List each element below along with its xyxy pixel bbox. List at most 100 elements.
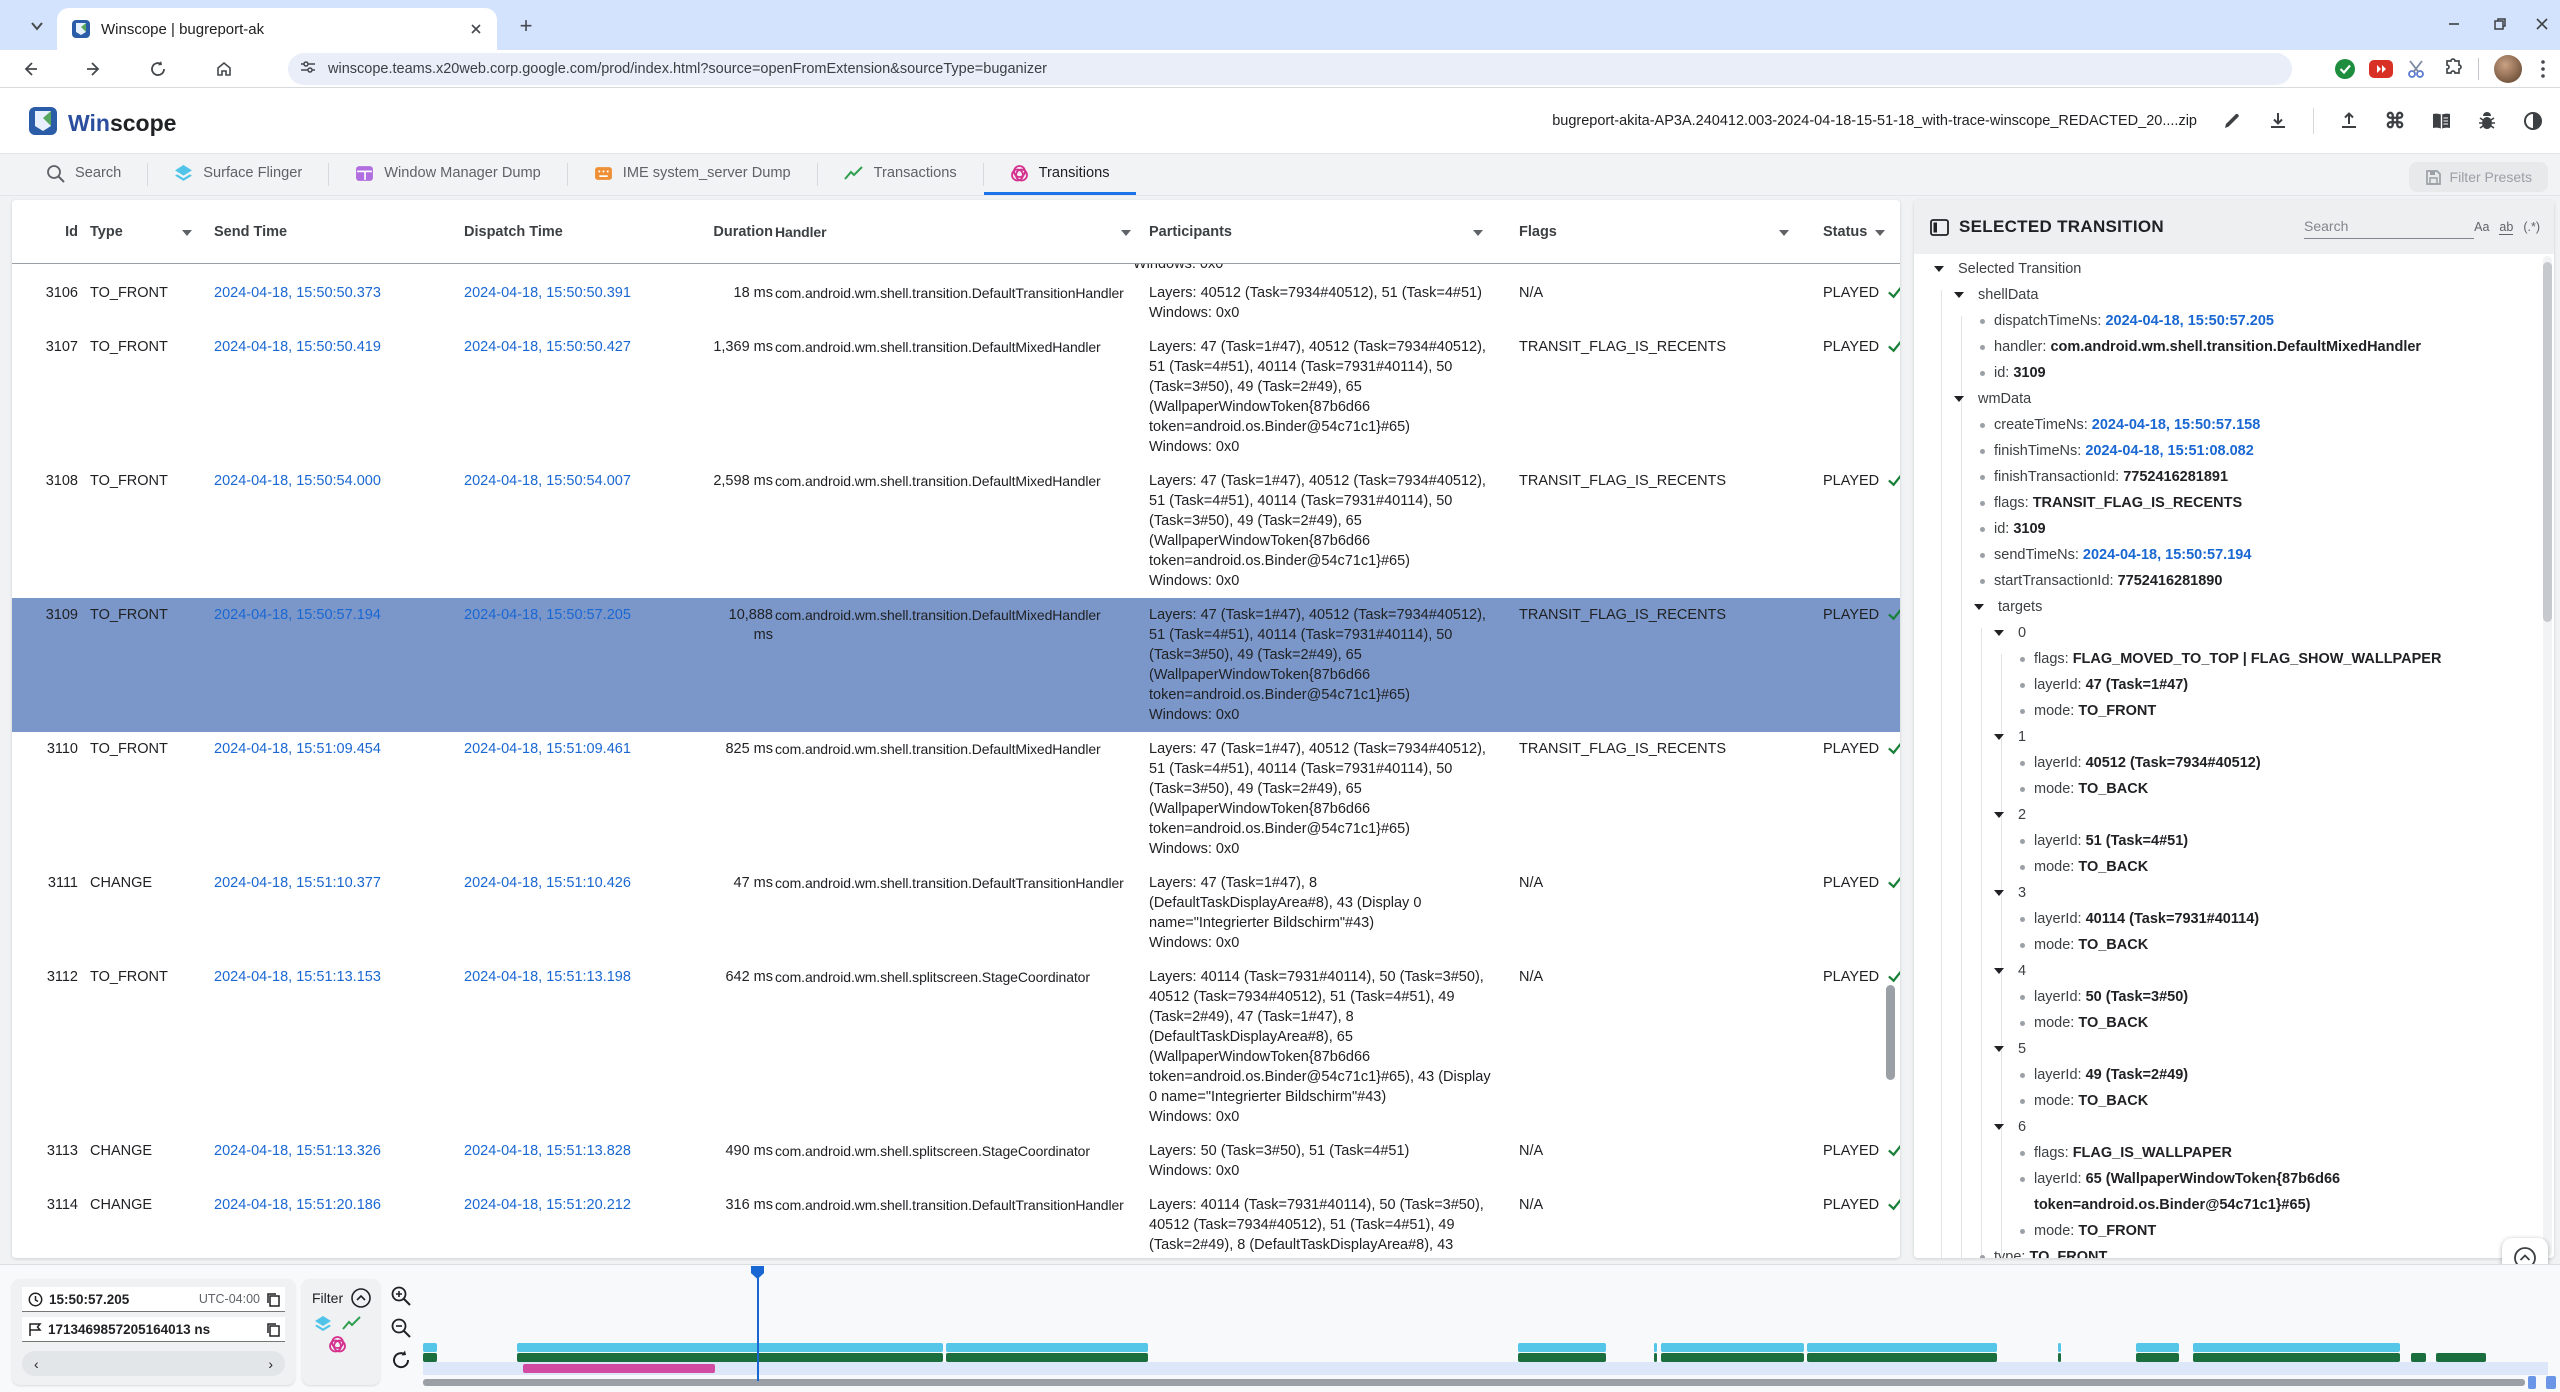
extension-video-icon[interactable] xyxy=(2366,54,2396,84)
profile-avatar[interactable] xyxy=(2494,55,2522,83)
dark-mode-toggle-icon[interactable] xyxy=(2522,110,2544,132)
timeline-range-handle[interactable] xyxy=(2546,1376,2556,1389)
surface-flinger-trace-segment[interactable] xyxy=(946,1343,1148,1352)
transactions-trace-segment[interactable] xyxy=(2136,1353,2179,1362)
send-time-link[interactable]: 2024-04-18, 15:50:57.194 xyxy=(214,607,381,623)
tree-node-0[interactable]: 0 xyxy=(1914,620,2540,646)
expand-caret-icon[interactable] xyxy=(1934,266,1944,272)
zoom-in-button[interactable] xyxy=(386,1281,416,1311)
dispatch-time-link[interactable]: 2024-04-18, 15:50:57.205 xyxy=(464,607,631,623)
table-row-3107[interactable]: 3107TO_FRONT2024-04-18, 15:50:50.4192024… xyxy=(12,330,1900,464)
table-row-3111[interactable]: 3111CHANGE2024-04-18, 15:51:10.3772024-0… xyxy=(12,866,1900,960)
send-time-link[interactable]: 2024-04-18, 15:51:13.326 xyxy=(214,1143,381,1159)
expand-caret-icon[interactable] xyxy=(1994,630,2004,636)
tree-node-targets[interactable]: targets xyxy=(1914,594,2540,620)
tree-node-5[interactable]: 5 xyxy=(1914,1036,2540,1062)
expand-caret-icon[interactable] xyxy=(1974,604,1984,610)
tab-search[interactable]: Search xyxy=(20,154,147,195)
extension-check-icon[interactable] xyxy=(2330,54,2360,84)
transactions-trace-segment[interactable] xyxy=(1807,1353,1997,1362)
site-settings-icon[interactable] xyxy=(300,59,316,80)
tab-search-icon[interactable] xyxy=(22,11,52,41)
expand-caret-icon[interactable] xyxy=(1994,890,2004,896)
surface-flinger-trace-segment[interactable] xyxy=(1654,1343,1657,1352)
dispatch-time-link[interactable]: 2024-04-18, 15:51:20.212 xyxy=(464,1197,631,1213)
tree-node-4[interactable]: 4 xyxy=(1914,958,2540,984)
tree-node-1[interactable]: 1 xyxy=(1914,724,2540,750)
report-bug-icon[interactable] xyxy=(2476,110,2498,132)
dispatch-time-link[interactable]: 2024-04-18, 15:50:54.007 xyxy=(464,473,631,489)
table-row-3106[interactable]: 3106TO_FRONT2024-04-18, 15:50:50.3732024… xyxy=(12,276,1900,330)
home-icon[interactable] xyxy=(208,53,240,85)
tree-node-selected-transition[interactable]: Selected Transition xyxy=(1914,256,2540,282)
next-frame-button[interactable]: › xyxy=(268,1356,273,1372)
match-word-toggle[interactable]: ab xyxy=(2499,220,2513,235)
tab-surface-flinger[interactable]: Surface Flinger xyxy=(148,154,328,195)
timeline-scrollbar[interactable] xyxy=(423,1379,2525,1386)
transactions-trace-segment[interactable] xyxy=(423,1353,437,1362)
send-time-link[interactable]: 2024-04-18, 15:50:50.419 xyxy=(214,339,381,355)
window-close-button[interactable] xyxy=(2524,8,2560,40)
zoom-out-button[interactable] xyxy=(386,1313,416,1343)
edit-icon[interactable] xyxy=(2221,110,2243,132)
expand-caret-icon[interactable] xyxy=(1994,734,2004,740)
surface-flinger-trace-segment[interactable] xyxy=(1807,1343,1997,1352)
surface-flinger-trace-segment[interactable] xyxy=(2193,1343,2400,1352)
documentation-icon[interactable] xyxy=(2430,110,2452,132)
expand-caret-icon[interactable] xyxy=(1994,1124,2004,1130)
window-restore-button[interactable] xyxy=(2482,8,2518,40)
tab-window-manager-dump[interactable]: Window Manager Dump xyxy=(329,154,567,195)
tree-node-3[interactable]: 3 xyxy=(1914,880,2540,906)
collapse-filter-icon[interactable] xyxy=(350,1287,372,1309)
surface-flinger-trace-segment[interactable] xyxy=(1518,1343,1606,1352)
tree-node-wmdata[interactable]: wmData xyxy=(1914,386,2540,412)
transactions-trace-segment[interactable] xyxy=(1654,1353,1657,1362)
transactions-trace-segment[interactable] xyxy=(1661,1353,1804,1362)
column-header-flags[interactable]: Flags xyxy=(1497,224,1803,240)
tree-node-shelldata[interactable]: shellData xyxy=(1914,282,2540,308)
tab-ime-system-server-dump[interactable]: IME system_server Dump xyxy=(568,154,817,195)
column-header-participants[interactable]: Participants xyxy=(1145,224,1497,240)
timeline-cursor-handle[interactable] xyxy=(751,1266,764,1279)
expand-caret-icon[interactable] xyxy=(1994,968,2004,974)
filter-caret-icon[interactable] xyxy=(1779,230,1789,236)
transactions-filter-icon[interactable] xyxy=(342,1315,362,1331)
surface-flinger-trace-segment[interactable] xyxy=(423,1343,437,1352)
tree-node-6[interactable]: 6 xyxy=(1914,1114,2540,1140)
column-header-type[interactable]: Type xyxy=(86,224,206,240)
send-time-link[interactable]: 2024-04-18, 15:51:10.377 xyxy=(214,875,381,891)
dispatch-time-link[interactable]: 2024-04-18, 15:51:13.828 xyxy=(464,1143,631,1159)
transactions-trace-segment[interactable] xyxy=(2193,1353,2400,1362)
new-tab-button[interactable]: + xyxy=(512,12,540,40)
send-time-link[interactable]: 2024-04-18, 15:50:54.000 xyxy=(214,473,381,489)
human-time-field[interactable]: 15:50:57.205 UTC-04:00 xyxy=(22,1287,285,1312)
tab-transitions[interactable]: Transitions xyxy=(984,154,1136,195)
table-row-3110[interactable]: 3110TO_FRONT2024-04-18, 15:51:09.4542024… xyxy=(12,732,1900,866)
expand-caret-icon[interactable] xyxy=(1954,292,1964,298)
table-row-3108[interactable]: 3108TO_FRONT2024-04-18, 15:50:54.0002024… xyxy=(12,464,1900,598)
address-bar[interactable]: winscope.teams.x20web.corp.google.com/pr… xyxy=(288,53,2292,85)
transactions-trace-segment[interactable] xyxy=(946,1353,1148,1362)
dispatch-time-link[interactable]: 2024-04-18, 15:50:50.427 xyxy=(464,339,631,355)
filter-caret-icon[interactable] xyxy=(1875,230,1885,236)
transactions-trace-segment[interactable] xyxy=(1518,1353,1606,1362)
table-row-3112[interactable]: 3112TO_FRONT2024-04-18, 15:51:13.1532024… xyxy=(12,960,1900,1134)
tree-node-2[interactable]: 2 xyxy=(1914,802,2540,828)
surface-flinger-trace-segment[interactable] xyxy=(2136,1343,2179,1352)
transactions-trace-segment[interactable] xyxy=(2436,1353,2486,1362)
surface-flinger-filter-icon[interactable] xyxy=(314,1315,332,1333)
tree-search-input[interactable] xyxy=(2304,214,2474,239)
send-time-link[interactable]: 2024-04-18, 15:50:50.373 xyxy=(214,285,381,301)
panel-scrollbar[interactable] xyxy=(2543,262,2552,622)
timeline-cursor[interactable] xyxy=(757,1267,759,1381)
reset-zoom-button[interactable] xyxy=(386,1345,416,1375)
copy-time-icon[interactable] xyxy=(266,1292,281,1307)
dispatch-time-link[interactable]: 2024-04-18, 15:51:10.426 xyxy=(464,875,631,891)
scissors-extension-icon[interactable] xyxy=(2402,54,2432,84)
surface-flinger-trace-segment[interactable] xyxy=(517,1343,943,1352)
prev-frame-button[interactable]: ‹ xyxy=(34,1356,39,1372)
transactions-trace-segment[interactable] xyxy=(2058,1353,2061,1362)
dispatch-time-link[interactable]: 2024-04-18, 15:50:50.391 xyxy=(464,285,631,301)
table-row-3114[interactable]: 3114CHANGE2024-04-18, 15:51:20.1862024-0… xyxy=(12,1188,1900,1258)
table-scrollbar[interactable] xyxy=(1886,985,1895,1080)
